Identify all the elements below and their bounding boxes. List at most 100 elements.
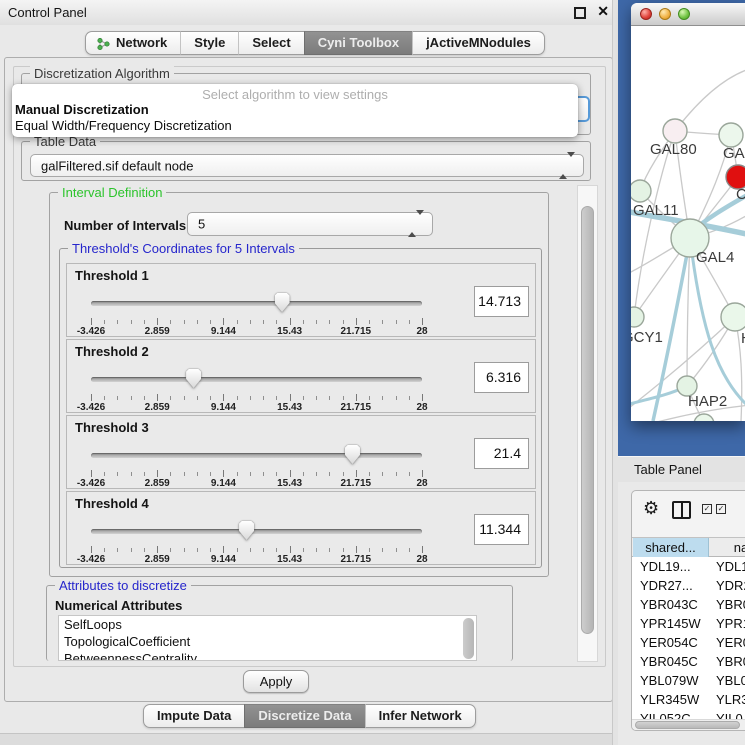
scrollbar-thumb[interactable] [635,721,740,729]
network-window-titlebar[interactable] [631,3,745,26]
slider-track[interactable] [91,301,422,306]
cell-shared-name[interactable]: YBL079W [640,673,699,688]
tick-mark [250,472,251,476]
column-header-shared-name[interactable]: shared... [633,538,709,557]
tick-mark [343,548,344,552]
attribute-item[interactable]: TopologicalCoefficient [59,633,476,650]
threshold-value-field[interactable]: 21.4 [474,438,529,469]
cell-name[interactable]: YPR1 [716,616,745,631]
cell-shared-name[interactable]: YLR345W [640,692,699,707]
threshold-row: Threshold 3 -3.4262.8599.14415.4321.7152… [66,415,536,489]
cell-name[interactable]: YDL1 [716,559,745,574]
cell-shared-name[interactable]: YER054C [640,635,698,650]
attributes-groupbox: Attributes to discretize Numerical Attri… [46,585,513,661]
scrollbar-thumb[interactable] [581,206,594,634]
zoom-traffic-light-icon[interactable] [678,8,690,20]
tick-mark [170,396,171,400]
close-icon[interactable]: ✕ [597,4,609,18]
column-header-name[interactable]: na [710,538,745,557]
apply-button[interactable]: Apply [243,670,309,693]
cell-name[interactable]: YBR0 [716,597,745,612]
tick-mark [409,320,410,324]
tab-infer-network[interactable]: Infer Network [365,704,476,728]
table-row[interactable]: YIL052C YIL0 [632,709,745,719]
tab-network[interactable]: Network [85,31,180,55]
control-panel-tabstrip: Network Style Select Cyni Toolbox jActiv… [85,31,545,55]
network-node[interactable] [721,303,745,331]
network-nodes[interactable]: GAL80GACGAL11GAL4GCY1HHAP2 [631,119,745,421]
table-row[interactable]: YLR345W YLR3 [632,690,745,709]
cell-shared-name[interactable]: YIL052C [640,711,691,719]
tab-select[interactable]: Select [238,31,303,55]
network-node[interactable] [631,180,651,202]
split-view-icon[interactable] [672,501,691,519]
tick-mark [210,396,211,400]
dropdown-item[interactable]: Equal Width/Frequency Discretization [12,118,578,134]
minimize-traffic-light-icon[interactable] [659,8,671,20]
dropdown-item[interactable]: Manual Discretization [12,102,578,118]
tick-mark [369,396,370,400]
network-node[interactable] [719,123,743,147]
slider-track[interactable] [91,453,422,458]
numerical-attributes-list[interactable]: SelfLoopsTopologicalCoefficientBetweenne… [58,615,477,661]
cell-shared-name[interactable]: YPR145W [640,616,701,631]
threshold-slider[interactable]: -3.4262.8599.14415.4321.71528 [91,368,422,412]
threshold-value-field[interactable]: 6.316 [474,362,529,393]
attributes-list-scrollbar[interactable] [463,618,474,659]
tick-mark [184,396,185,400]
table-row[interactable]: YBR043C YBR0 [632,595,745,614]
cell-name[interactable]: YDR2 [716,578,745,593]
slider-tick-labels: -3.4262.8599.14415.4321.71528 [91,478,422,489]
table-row[interactable]: YBL079W YBL0 [632,671,745,690]
number-of-intervals-combobox[interactable]: 5 [187,212,433,236]
tab-style[interactable]: Style [180,31,238,55]
slider-track[interactable] [91,377,422,382]
threshold-slider[interactable]: -3.4262.8599.14415.4321.71528 [91,292,422,336]
threshold-value-field[interactable]: 11.344 [474,514,529,545]
attribute-item[interactable]: BetweennessCentrality [59,650,476,661]
settings-vertical-scrollbar[interactable] [577,185,598,662]
tick-mark [382,320,383,324]
cell-shared-name[interactable]: YDL19... [640,559,691,574]
cell-name[interactable]: YLR3 [716,692,745,707]
threshold-value-field[interactable]: 14.713 [474,286,529,317]
cell-name[interactable]: YBR0 [716,654,745,669]
table-row[interactable]: YPR145W YPR1 [632,614,745,633]
tick-mark [409,396,410,400]
attribute-item[interactable]: SelfLoops [59,616,476,633]
table-row[interactable]: YER054C YER0 [632,633,745,652]
threshold-slider[interactable]: -3.4262.8599.14415.4321.71528 [91,520,422,564]
cell-shared-name[interactable]: YBR043C [640,597,698,612]
table-row[interactable]: YDL19... YDL1 [632,557,745,576]
tick-label: -3.426 [77,478,105,489]
checkbox-icon[interactable]: ✓ [702,504,712,514]
threshold-slider[interactable]: -3.4262.8599.14415.4321.71528 [91,444,422,488]
network-node[interactable] [663,119,687,143]
cell-shared-name[interactable]: YDR27... [640,578,693,593]
tab-cyni-toolbox[interactable]: Cyni Toolbox [304,31,412,55]
table-data-combobox[interactable]: galFiltered.sif default node [30,154,584,177]
table-row[interactable]: YBR045C YBR0 [632,652,745,671]
network-view-window[interactable]: GAL80GACGAL11GAL4GCY1HHAP2 [631,3,745,421]
float-window-icon[interactable] [574,7,586,19]
gear-icon[interactable]: ⚙ [643,498,659,518]
cell-name[interactable]: YBL0 [716,673,745,688]
cell-name[interactable]: YER0 [716,635,745,650]
network-node[interactable] [631,307,644,327]
network-node[interactable] [694,414,714,421]
tab-discretize-data[interactable]: Discretize Data [244,704,364,728]
close-traffic-light-icon[interactable] [640,8,652,20]
cell-shared-name[interactable]: YBR045C [640,654,698,669]
network-canvas[interactable]: GAL80GACGAL11GAL4GCY1HHAP2 [631,27,745,421]
slider-track[interactable] [91,529,422,534]
table-rows[interactable]: YDL19... YDL1 YDR27... YDR2 YBR043C YBR0 YPR14… [632,557,745,719]
table-row[interactable]: YDR27... YDR2 [632,576,745,595]
tab-impute-data[interactable]: Impute Data [143,704,244,728]
tab-jactivemnodules[interactable]: jActiveMNodules [412,31,545,55]
tick-mark [144,472,145,476]
table-horizontal-scrollbar[interactable] [632,719,745,731]
attribute-items: SelfLoopsTopologicalCoefficientBetweenne… [59,616,476,661]
cell-name[interactable]: YIL0 [716,711,743,719]
dropdown-prompt[interactable]: Select algorithm to view settings [12,84,578,102]
checkbox-icon[interactable]: ✓ [716,504,726,514]
